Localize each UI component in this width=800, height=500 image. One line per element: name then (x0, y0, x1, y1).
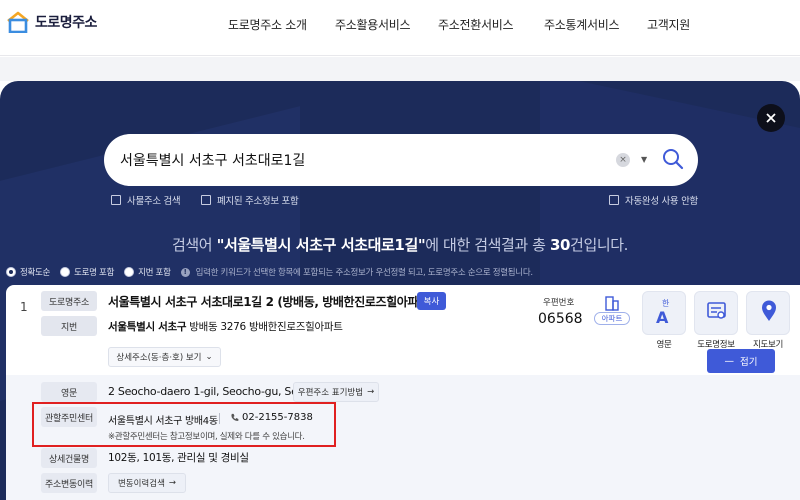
apartment-icon (605, 296, 619, 311)
option-label: 자동완성 사용 안함 (625, 196, 698, 207)
map-pin-icon (762, 300, 776, 321)
postal-format-label: 우편주소 표기방법 (297, 388, 364, 398)
sort-hint: 입력한 키워드가 선택한 항목에 포함되는 주소정보가 우선정렬 되고, 도로명… (195, 268, 533, 278)
checkbox[interactable] (111, 195, 121, 205)
option-label: 사물주소 검색 (127, 196, 181, 207)
result-summary: 검색어 "서울특별시 서초구 서초대로1길"에 대한 검색결과 총 30건입니다… (0, 234, 800, 255)
summary-prefix: 검색어 (171, 236, 217, 254)
history-search-label: 변동이력검색 (117, 479, 165, 489)
nav-statistics[interactable]: 주소통계서비스 (544, 16, 619, 33)
result-card: 1 도로명주소 서울특별시 서초구 서초대로1길 2 (방배동, 방배한진로즈힐… (6, 285, 800, 500)
sort-jibun[interactable]: 지번 포함 (124, 266, 171, 278)
autocomplete-option[interactable]: 자동완성 사용 안함 (609, 193, 698, 207)
postal-code: 06568 (538, 311, 583, 327)
english-button-label: 영문 (656, 340, 672, 350)
english-icon: 한 A (656, 299, 670, 327)
abolished-address-option[interactable]: 폐지된 주소정보 포함 (201, 193, 299, 207)
detail-address-button[interactable]: 상세주소(동·층·호) 보기 ⌄ (108, 347, 221, 367)
english-label: 영문 (41, 382, 97, 402)
option-label: 폐지된 주소정보 포함 (217, 196, 299, 207)
nav-support[interactable]: 고객지원 (647, 16, 690, 33)
building-names: 102동, 101동, 관리실 및 경비실 (108, 452, 249, 464)
sort-label: 도로명 포함 (74, 268, 115, 278)
building-name-label: 상세건물명 (41, 448, 97, 468)
close-icon (766, 113, 776, 123)
search-input[interactable] (120, 147, 600, 173)
result-summary-section: 1 도로명주소 서울특별시 서초구 서초대로1길 2 (방배동, 방배한진로즈힐… (6, 285, 800, 375)
nav-conversion[interactable]: 주소전환서비스 (438, 16, 513, 33)
fold-button-label: 접기 (740, 357, 758, 368)
page-background-band (0, 57, 800, 81)
english-address-button[interactable]: 한 A (642, 291, 686, 335)
road-info-icon (707, 302, 726, 319)
sort-label: 정확도순 (20, 268, 51, 278)
history-search-button[interactable]: 변동이력검색 → (108, 473, 186, 493)
svg-text:한: 한 (662, 299, 670, 308)
jibun-address: 서울특별시 서초구 방배동 3276 방배한진로즈힐아파트 (108, 319, 343, 334)
search-box (104, 134, 698, 186)
road-address: 서울특별시 서초구 서초대로1길 2 (방배동, 방배한진로즈힐아파트) (108, 295, 434, 309)
result-count: 30 (549, 236, 571, 254)
private-address-option[interactable]: 사물주소 검색 (111, 193, 181, 207)
svg-text:A: A (656, 308, 669, 327)
main-nav: 도로명주소 소개 주소활용서비스 주소전환서비스 주소통계서비스 고객지원 (0, 16, 800, 36)
arrow-right-icon: → (168, 478, 177, 488)
sort-accuracy[interactable]: 정확도순 (6, 266, 50, 278)
nav-services[interactable]: 주소활용서비스 (335, 16, 410, 33)
jibun-region: 서울특별시 서초구 (108, 321, 187, 333)
clear-search-icon[interactable]: × (616, 153, 630, 167)
top-navigation-bar: 도로명주소 도로명주소 소개 주소활용서비스 주소전환서비스 주소통계서비스 고… (0, 0, 800, 56)
summary-middle: 에 대한 검색결과 총 (425, 236, 550, 254)
map-view-button[interactable] (746, 291, 790, 335)
fold-button[interactable]: — 접기 (707, 349, 775, 373)
sort-options: 정확도순 도로명 포함 지번 포함 ! 입력한 키워드가 선택한 항목에 포함되… (6, 265, 533, 279)
road-address-label: 도로명주소 (41, 291, 97, 311)
info-icon: ! (180, 267, 190, 277)
jibun-detail: 방배동 3276 방배한진로즈힐아파트 (186, 321, 343, 333)
copy-button[interactable]: 복사 (417, 292, 446, 310)
search-icon[interactable] (662, 148, 684, 170)
nav-intro[interactable]: 도로명주소 소개 (228, 16, 307, 33)
radio-button[interactable] (124, 267, 135, 277)
summary-suffix: 건입니다. (570, 236, 629, 254)
chevron-down-icon: ⌄ (205, 352, 213, 362)
sort-road[interactable]: 도로명 포함 (60, 266, 114, 278)
postal-format-button[interactable]: 우편주소 표기방법 → (293, 382, 379, 402)
jibun-label: 지번 (41, 316, 97, 336)
building-type-badge: 아파트 (594, 312, 630, 325)
highlight-box (32, 402, 336, 447)
dropdown-arrow-icon[interactable]: ▼ (641, 155, 647, 164)
postal-code-label: 우편번호 (543, 298, 575, 308)
sort-label: 지번 포함 (138, 268, 171, 278)
close-search-button[interactable] (757, 104, 785, 132)
english-address: 2 Seocho-daero 1-gil, Seocho-gu, Seoul (108, 385, 314, 398)
checkbox[interactable] (201, 195, 211, 205)
checkbox[interactable] (609, 195, 619, 205)
detail-button-label: 상세주소(동·층·호) 보기 (116, 353, 202, 363)
address-history-label: 주소변동이력 (41, 473, 97, 493)
result-number: 1 (20, 300, 28, 314)
arrow-right-icon: → (367, 387, 375, 397)
minus-icon: — (724, 355, 735, 367)
radio-button[interactable] (60, 267, 71, 277)
road-info-button[interactable] (694, 291, 738, 335)
summary-query: "서울특별시 서초구 서초대로1길" (216, 236, 426, 254)
radio-button[interactable] (6, 267, 16, 277)
